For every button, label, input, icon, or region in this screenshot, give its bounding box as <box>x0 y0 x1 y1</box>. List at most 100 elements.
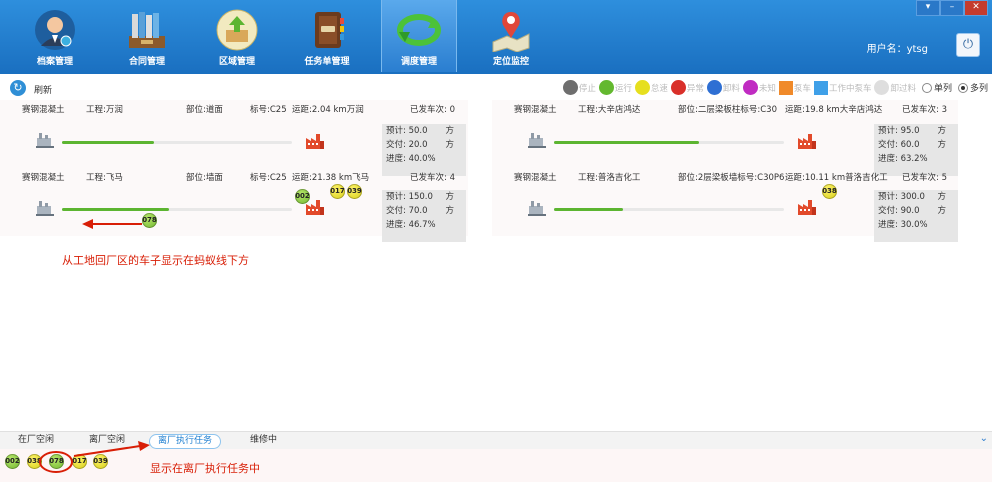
nav-label: 合同管理 <box>128 57 165 67</box>
distance: 运距:2.04 km万润 <box>292 105 364 115</box>
legend-pump-truck: 泵车 <box>778 80 811 95</box>
user-icon <box>35 10 75 50</box>
task-row[interactable]: 赛钢混凝土 工程:大辛店鸿达 部位:二层梁板柱标号:C30 运距:19.8 km… <box>492 100 958 176</box>
window-menu-button[interactable]: ▾ <box>916 0 940 16</box>
progress-fill <box>62 141 154 144</box>
construction-site-icon <box>798 134 816 149</box>
sent-count: 已发车次: 0 <box>410 105 455 115</box>
chevron-down-icon[interactable]: ⌄ <box>980 433 988 444</box>
progress-track <box>554 141 784 144</box>
task-row-header: 赛钢混凝土 工程:大辛店鸿达 部位:二层梁板柱标号:C30 运距:19.8 km… <box>492 100 958 116</box>
part-name: 部位:二层梁板柱标号:C30 <box>678 105 777 115</box>
toolbar: ↻ 刷新 停止 运行 怠速 异常 卸料 未知 泵车 工作中泵车 卸过料 单列 多… <box>0 78 992 100</box>
progress-percent: 进度: 30.0% <box>878 220 928 230</box>
nav-label: 区域管理 <box>218 57 255 67</box>
legend-stop: 停止 <box>562 80 596 95</box>
legend-working-pump-truck: 工作中泵车 <box>813 80 871 95</box>
window-close-button[interactable]: ✕ <box>964 0 988 16</box>
part-name: 部位:2层梁板墙标号:C30P6 <box>678 173 785 183</box>
sent-count: 已发车次: 3 <box>902 105 947 115</box>
mixing-plant-icon <box>528 133 546 148</box>
tab-under-repair[interactable]: 维修中 <box>250 434 277 447</box>
sent-count: 已发车次: 4 <box>410 173 455 183</box>
truck-badge[interactable]: 002 <box>5 454 20 469</box>
truck-badge[interactable]: 017 <box>330 184 345 199</box>
nav-contract-management[interactable]: 合同管理 <box>110 0 184 72</box>
single-column-label: 单列 <box>933 84 952 94</box>
rotate-icon <box>397 14 441 46</box>
status-dot-icon <box>562 80 578 95</box>
username-label: 用户名：ytsg <box>866 44 928 55</box>
delivered-volume: 交付: 70.0 方 <box>386 206 454 216</box>
books-icon <box>129 12 165 48</box>
mixing-plant-icon <box>36 201 54 216</box>
task-stats-box: 预计: 300.0 方 交付: 90.0 方 进度: 30.0% <box>874 190 958 242</box>
task-stats-box: 预计: 150.0 方 交付: 70.0 方 进度: 46.7% <box>382 190 466 242</box>
refresh-icon[interactable]: ↻ <box>10 80 26 96</box>
distance: 运距:10.11 km普洛吉化工 <box>785 173 888 183</box>
nav-archive-management[interactable]: 档案管理 <box>18 0 92 72</box>
legend-idle: 怠速 <box>634 80 668 95</box>
tab-executing-task[interactable]: 离厂执行任务 <box>149 434 222 449</box>
status-dot-icon <box>742 80 758 95</box>
task-row[interactable]: 赛钢混凝土 工程:飞马 部位:墙面 标号:C25 运距:21.38 km飞马 已… <box>0 168 466 242</box>
progress-percent: 进度: 63.2% <box>878 154 928 164</box>
status-dot-icon <box>598 80 614 95</box>
truck-badge[interactable]: 078 <box>142 213 157 228</box>
annotation-text: 从工地回厂区的车子显示在蚂蚁线下方 <box>62 254 249 267</box>
notebook-icon <box>315 12 344 48</box>
delivered-volume: 交付: 60.0 方 <box>878 140 946 150</box>
window-minimize-button[interactable]: – <box>940 0 964 16</box>
pump-truck-icon <box>778 80 793 95</box>
construction-site-icon <box>798 200 816 215</box>
concrete-name: 赛钢混凝土 <box>514 173 557 183</box>
task-row[interactable]: 赛钢混凝土 工程:万润 部位:道面 标号:C25 运距:2.04 km万润 已发… <box>0 100 466 176</box>
multi-column-radio[interactable] <box>957 82 968 93</box>
sent-count: 已发车次: 5 <box>902 173 947 183</box>
concrete-name: 赛钢混凝土 <box>22 173 65 183</box>
status-dot-icon <box>634 80 650 95</box>
truck-badge[interactable]: 038 <box>822 184 837 199</box>
planned-volume: 预计: 300.0 方 <box>878 192 946 202</box>
progress-fill <box>554 141 700 144</box>
nav-dispatch-management[interactable]: 调度管理 <box>381 0 457 72</box>
single-column-radio[interactable] <box>921 82 932 93</box>
legend-abnormal: 异常 <box>670 80 704 95</box>
status-dot-icon <box>670 80 686 95</box>
mixing-plant-icon <box>528 201 546 216</box>
construction-site-icon <box>306 134 324 149</box>
task-row[interactable]: 赛钢混凝土 工程:普洛吉化工 部位:2层梁板墙标号:C30P6 运距:10.11… <box>492 168 958 242</box>
nav-task-order-management[interactable]: 任务单管理 <box>290 0 364 72</box>
nav-area-management[interactable]: 区域管理 <box>200 0 274 72</box>
truck-badge[interactable]: 002 <box>295 189 310 204</box>
distance: 运距:19.8 km大辛店鸿达 <box>785 105 883 115</box>
planned-volume: 预计: 150.0 方 <box>386 192 454 202</box>
concrete-name: 赛钢混凝土 <box>514 105 557 115</box>
legend-unloading: 卸料 <box>706 80 740 95</box>
project-name: 工程:万润 <box>86 105 123 115</box>
task-row-header: 赛钢混凝土 工程:飞马 部位:墙面 标号:C25 运距:21.38 km飞马 已… <box>0 168 466 184</box>
refresh-button[interactable]: 刷新 <box>34 83 52 96</box>
mixing-plant-icon <box>36 133 54 148</box>
progress-track <box>62 141 292 144</box>
nav-label: 定位监控 <box>492 57 529 67</box>
map-pin-icon <box>492 12 530 52</box>
delivered-volume: 交付: 20.0 方 <box>386 140 454 150</box>
annotation-arrow-icon <box>73 441 150 457</box>
nav-label: 调度管理 <box>400 57 437 67</box>
truck-badge[interactable]: 039 <box>347 184 362 199</box>
nav-location-monitoring[interactable]: 定位监控 <box>474 0 548 72</box>
logout-button[interactable]: ⏻ <box>956 33 980 57</box>
task-panel-left: 赛钢混凝土 工程:万润 部位:道面 标号:C25 运距:2.04 km万润 已发… <box>0 100 468 242</box>
delivered-volume: 交付: 90.0 方 <box>878 206 946 216</box>
tab-idle-in-plant[interactable]: 在厂空闲 <box>18 434 54 447</box>
planned-volume: 预计: 50.0 方 <box>386 126 454 136</box>
concrete-name: 赛钢混凝土 <box>22 105 65 115</box>
progress-percent: 进度: 40.0% <box>386 154 436 164</box>
top-navigation-bar: 档案管理 合同管理 区域管理 任务单管理 调度管理 定位监控 ▾ – ✕ 用户名… <box>0 0 992 74</box>
grade: 标号:C25 <box>250 173 287 183</box>
project-name: 工程:飞马 <box>86 173 123 183</box>
window-controls: ▾ – ✕ <box>916 0 988 16</box>
distance: 运距:21.38 km飞马 <box>292 173 370 183</box>
progress-fill <box>554 208 623 211</box>
